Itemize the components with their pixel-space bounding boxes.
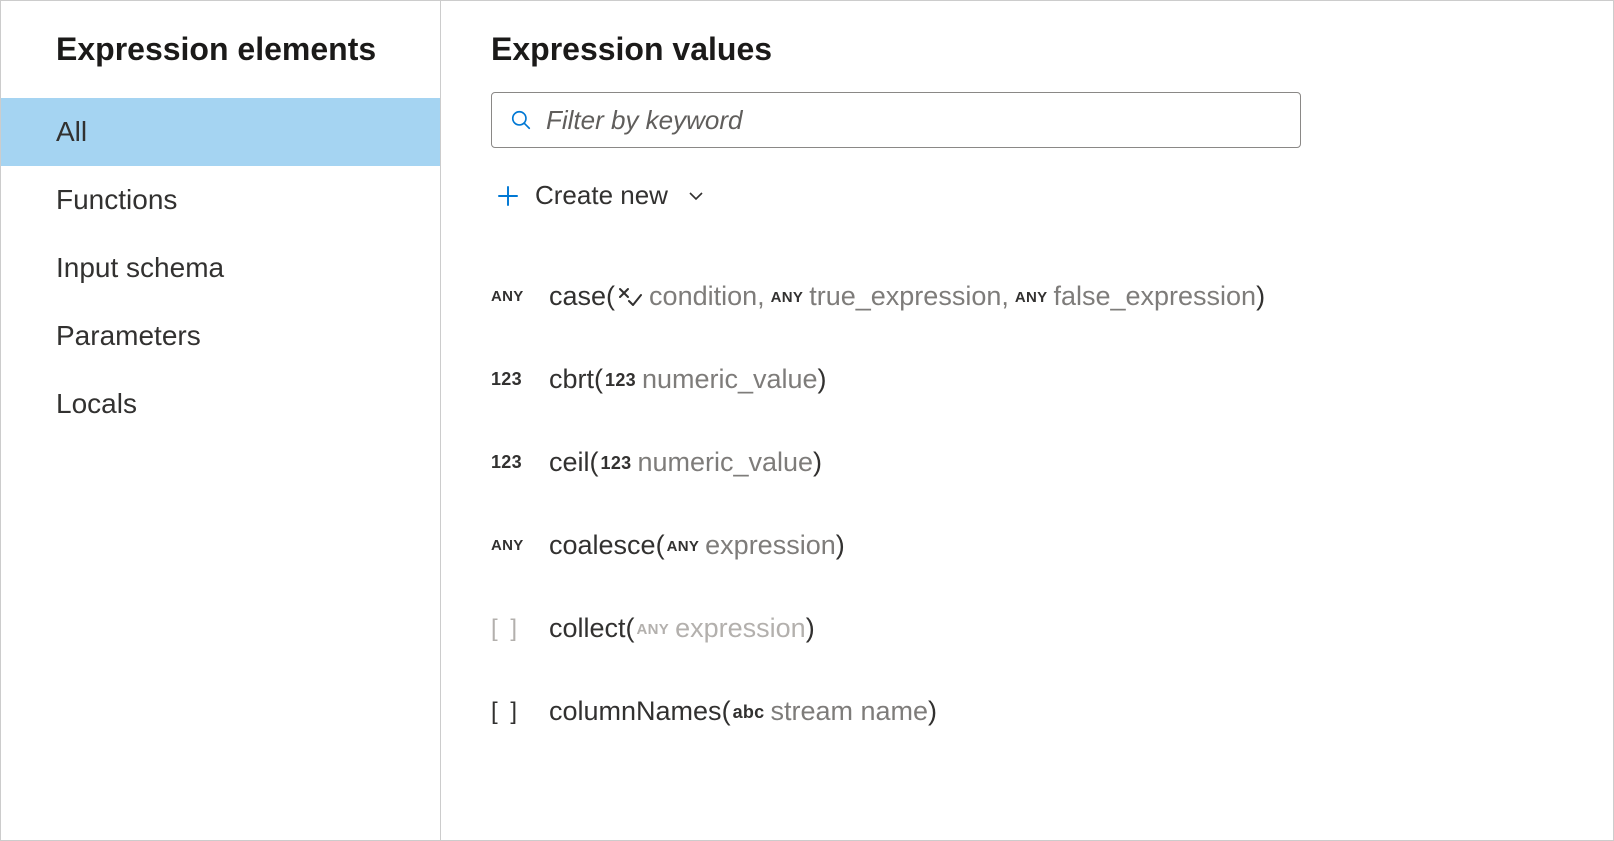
sidebar-item-input-schema[interactable]: Input schema <box>1 234 440 302</box>
function-name: case <box>549 281 606 312</box>
param-type-badge: ANY <box>637 621 670 638</box>
function-signature: case( condition, ANY true_expression, AN… <box>549 281 1265 312</box>
function-item-columnNames[interactable]: [ ]columnNames(abc stream name) <box>491 696 1553 727</box>
function-item-case[interactable]: ANYcase( condition, ANY true_expression,… <box>491 281 1553 312</box>
sidebar-item-all[interactable]: All <box>1 98 440 166</box>
param-name: false_expression <box>1053 281 1256 312</box>
param-type-badge: ANY <box>771 289 804 306</box>
sidebar-items: AllFunctionsInput schemaParametersLocals <box>1 98 440 438</box>
function-name: collect <box>549 613 626 644</box>
search-input[interactable] <box>546 105 1282 136</box>
function-item-cbrt[interactable]: 123cbrt(123 numeric_value) <box>491 364 1553 395</box>
function-signature: coalesce(ANY expression) <box>549 530 845 561</box>
param-type-badge: 123 <box>605 370 636 391</box>
return-type-badge: 123 <box>491 369 549 390</box>
sidebar-title: Expression elements <box>1 31 440 98</box>
param-type-badge: ANY <box>667 538 700 555</box>
sidebar: Expression elements AllFunctionsInput sc… <box>1 1 441 840</box>
function-name: coalesce <box>549 530 656 561</box>
function-signature: columnNames(abc stream name) <box>549 696 937 727</box>
return-type-badge: ANY <box>491 288 549 305</box>
param-name: true_expression <box>809 281 1001 312</box>
return-type-badge: ANY <box>491 537 549 554</box>
function-name: ceil <box>549 447 590 478</box>
return-type-badge: 123 <box>491 452 549 473</box>
search-icon <box>510 109 532 131</box>
function-item-collect[interactable]: [ ]collect(ANY expression) <box>491 613 1553 644</box>
return-type-badge: [ ] <box>491 698 549 726</box>
search-box[interactable] <box>491 92 1301 148</box>
function-signature: collect(ANY expression) <box>549 613 815 644</box>
create-new-button[interactable]: Create new <box>491 170 1553 221</box>
plus-icon <box>495 183 521 209</box>
sidebar-item-locals[interactable]: Locals <box>1 370 440 438</box>
app-container: Expression elements AllFunctionsInput sc… <box>0 0 1614 841</box>
param-name: expression <box>705 530 836 561</box>
return-type-badge: [ ] <box>491 615 549 643</box>
main-title: Expression values <box>491 31 1553 68</box>
function-signature: ceil(123 numeric_value) <box>549 447 822 478</box>
function-name: cbrt <box>549 364 594 395</box>
function-name: columnNames <box>549 696 722 727</box>
function-signature: cbrt(123 numeric_value) <box>549 364 827 395</box>
main-panel: Expression values Create new ANYcase( co… <box>441 1 1613 840</box>
chevron-down-icon <box>686 186 706 206</box>
param-name: numeric_value <box>642 364 818 395</box>
sidebar-item-parameters[interactable]: Parameters <box>1 302 440 370</box>
param-name: expression <box>675 613 806 644</box>
function-item-ceil[interactable]: 123ceil(123 numeric_value) <box>491 447 1553 478</box>
param-type-badge: abc <box>733 702 765 723</box>
boolean-type-icon <box>617 286 643 308</box>
create-new-label: Create new <box>535 180 668 211</box>
param-name: stream name <box>770 696 928 727</box>
sidebar-item-functions[interactable]: Functions <box>1 166 440 234</box>
function-list: ANYcase( condition, ANY true_expression,… <box>491 281 1553 727</box>
param-name: condition <box>649 281 757 312</box>
param-name: numeric_value <box>637 447 813 478</box>
param-type-badge: ANY <box>1015 289 1048 306</box>
param-type-badge: 123 <box>601 453 632 474</box>
function-item-coalesce[interactable]: ANYcoalesce(ANY expression) <box>491 530 1553 561</box>
